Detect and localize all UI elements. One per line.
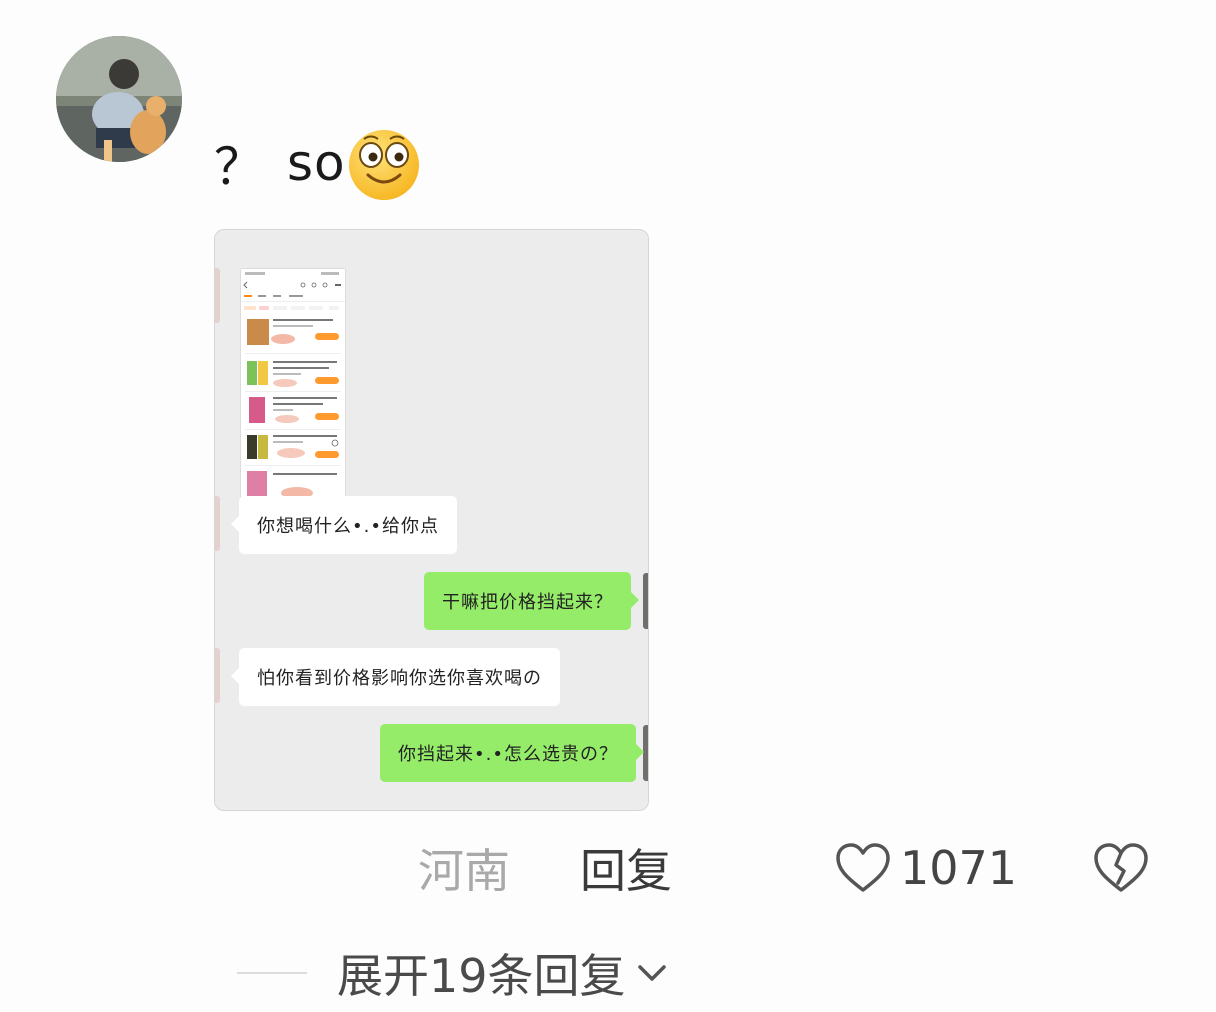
chat-bubble-incoming: 你想喝什么•.•给你点: [231, 496, 457, 554]
avatar[interactable]: [56, 36, 182, 162]
reply-button[interactable]: 回复: [580, 838, 672, 898]
chat-bubble-outgoing: 你挡起来•.•怎么选贵の？: [380, 724, 644, 782]
heart-outline-icon: [836, 843, 890, 892]
contact-avatar-peek: [215, 648, 220, 703]
like-button[interactable]: 1071: [834, 838, 1017, 898]
avatar-photo: [56, 36, 182, 162]
own-avatar-peek: [643, 573, 648, 629]
drink-menu-thumbnail: [240, 268, 346, 510]
drink-menu-thumbnail-graphic: [241, 269, 345, 509]
comment-prefix: ？: [214, 138, 265, 196]
like-count: 1071: [900, 841, 1018, 895]
dislike-button[interactable]: [1092, 838, 1150, 898]
expand-replies-label: 展开19条回复: [337, 949, 626, 1003]
divider-line: [237, 972, 307, 974]
expand-replies-button[interactable]: 展开19条回复: [237, 940, 670, 1006]
comment-text: ？ so: [214, 128, 422, 200]
contact-avatar-peek: [215, 496, 220, 551]
chat-screenshot-image[interactable]: 你想喝什么•.•给你点 干嘛把价格挡起来？ 怕你看到价格影响你选你喜欢喝の 你挡…: [214, 229, 649, 811]
contact-avatar-peek: [215, 268, 220, 323]
chat-bubble-incoming: 怕你看到价格影响你选你喜欢喝の: [231, 648, 560, 706]
comment-location: 河南: [418, 844, 510, 898]
smiling-face-emoji-icon: [348, 130, 419, 200]
comment-body: so: [287, 134, 346, 192]
chevron-down-icon: [637, 965, 666, 981]
chat-bubble-outgoing: 干嘛把价格挡起来？: [424, 572, 639, 630]
broken-heart-icon: [1094, 843, 1148, 892]
